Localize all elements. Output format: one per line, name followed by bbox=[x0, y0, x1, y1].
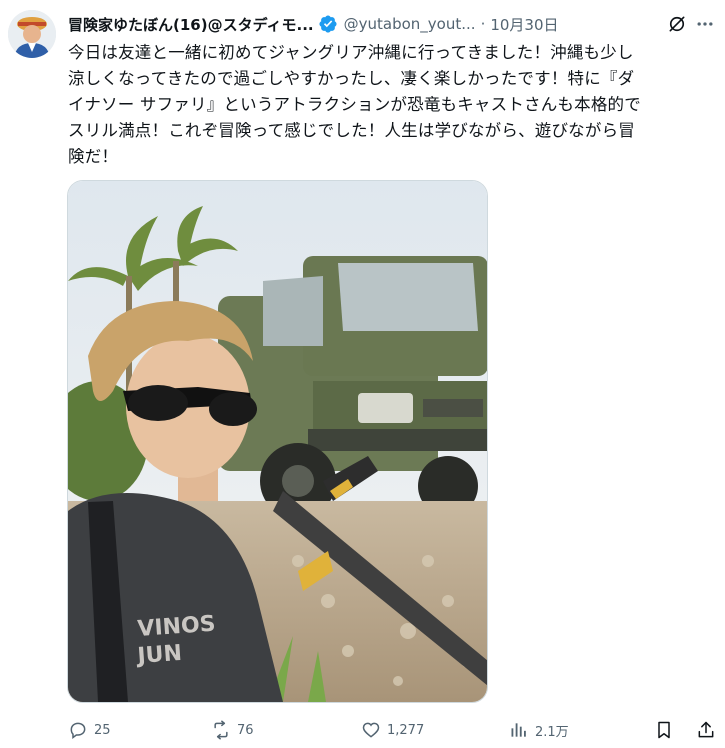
bookmark-button[interactable] bbox=[654, 720, 674, 740]
verified-badge-icon bbox=[318, 14, 338, 34]
share-button[interactable] bbox=[696, 720, 716, 740]
like-count: 1,277 bbox=[387, 722, 425, 738]
bookmark-icon bbox=[658, 721, 670, 739]
repost-count: 76 bbox=[237, 722, 254, 738]
tweet-action-bar: 25 76 1,277 2.1万 bbox=[64, 718, 719, 746]
display-name[interactable]: 冒険家ゆたぼん(16)@スタディモ... bbox=[68, 14, 314, 35]
like-icon bbox=[362, 722, 380, 738]
views-icon bbox=[511, 723, 526, 737]
repost-icon bbox=[214, 720, 228, 740]
separator-dot: · bbox=[480, 15, 486, 33]
reply-icon bbox=[70, 722, 86, 739]
svg-text:JUN: JUN bbox=[135, 641, 183, 669]
avatar[interactable] bbox=[8, 10, 56, 58]
handle[interactable]: @yutabon_yout... bbox=[344, 15, 476, 33]
like-button[interactable]: 1,277 bbox=[361, 720, 424, 740]
tweet-photo[interactable]: VINOS JUN bbox=[67, 180, 488, 703]
reply-button[interactable]: 25 bbox=[68, 720, 111, 740]
tweet-text: 今日は友達と一緒に初めてジャングリア沖縄に行ってきました！沖縄も少し 涼しくなっ… bbox=[68, 43, 641, 166]
views-count: 2.1万 bbox=[535, 724, 569, 740]
reply-count: 25 bbox=[94, 722, 111, 738]
repost-button[interactable]: 76 bbox=[211, 720, 254, 740]
more-icon[interactable] bbox=[695, 14, 715, 34]
tweet-date[interactable]: 10月30日 bbox=[490, 14, 558, 35]
views-button[interactable]: 2.1万 bbox=[509, 720, 569, 740]
tweet-header: 冒険家ゆたぼん(16)@スタディモ... @yutabon_yout... · … bbox=[68, 12, 715, 36]
share-icon bbox=[698, 721, 714, 738]
grok-icon[interactable] bbox=[667, 14, 687, 34]
